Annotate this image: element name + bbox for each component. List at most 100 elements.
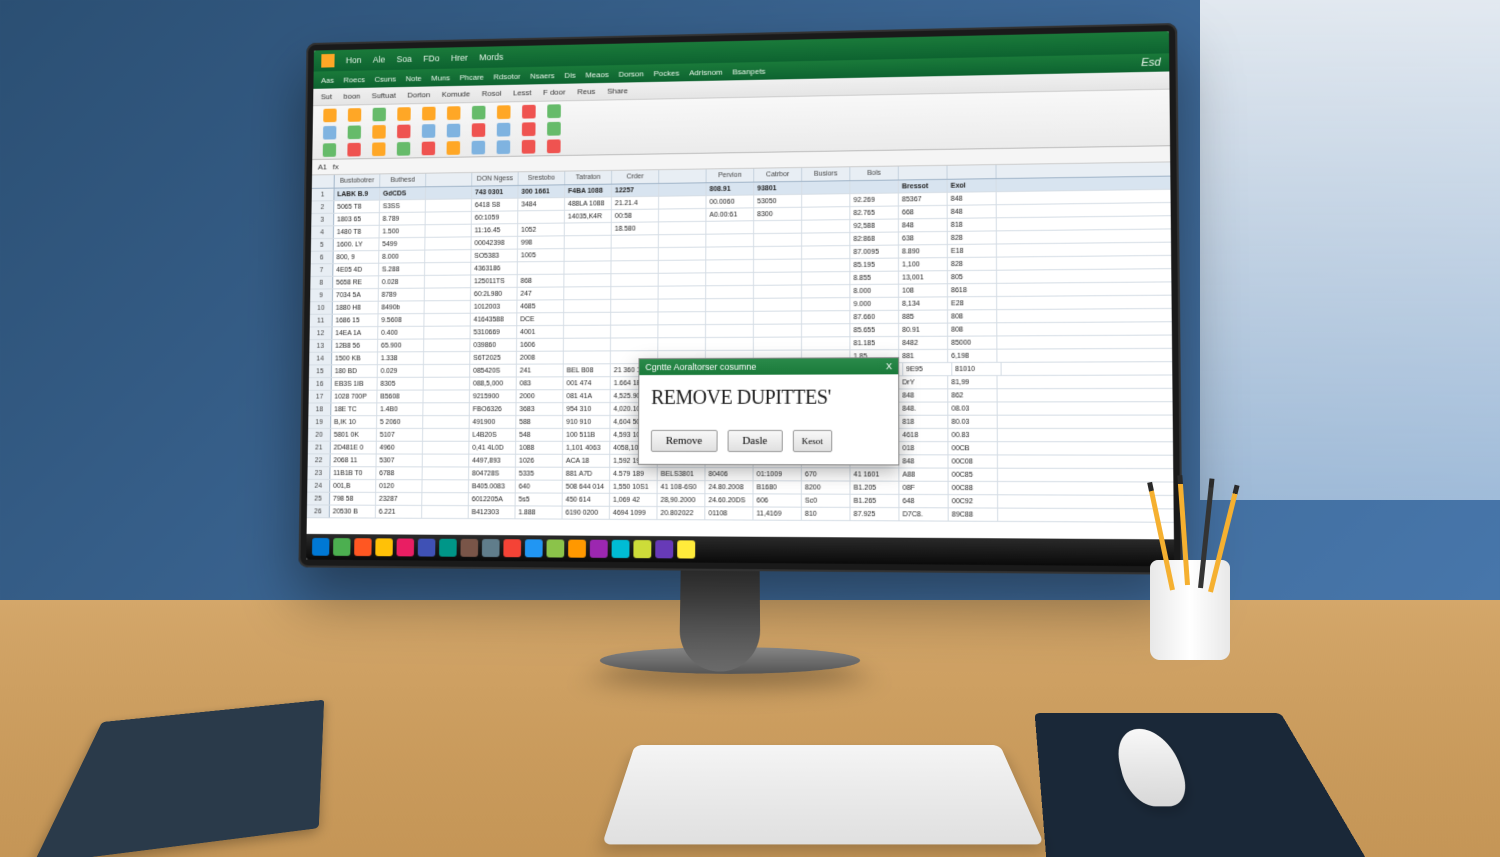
cell[interactable]	[802, 337, 850, 349]
taskbar-app-icon[interactable]	[375, 538, 393, 556]
ribbon-button[interactable]	[469, 122, 488, 138]
cell[interactable]: 081 41A	[563, 390, 610, 402]
menu-item[interactable]: Rdsotor	[493, 72, 520, 81]
cell[interactable]	[425, 237, 471, 249]
cell[interactable]: 848	[948, 205, 997, 218]
taskbar-app-icon[interactable]	[418, 539, 436, 557]
kesot-button[interactable]: Kesot	[793, 430, 832, 452]
ribbon-button[interactable]	[444, 105, 463, 121]
cell[interactable]: 93801	[754, 182, 802, 195]
cell[interactable]: 00.0060	[706, 195, 754, 208]
column-header[interactable]	[948, 165, 997, 179]
cell[interactable]: 01108	[705, 507, 753, 519]
cell[interactable]: 65.900	[378, 339, 424, 351]
cell[interactable]: 6.221	[376, 506, 422, 518]
cell[interactable]: 039860	[470, 339, 517, 351]
cell[interactable]	[612, 248, 659, 260]
cell[interactable]	[706, 299, 754, 311]
cell[interactable]	[802, 181, 850, 194]
cell[interactable]	[565, 249, 612, 261]
ribbon-button[interactable]	[345, 124, 364, 140]
cell[interactable]	[565, 223, 612, 235]
cell[interactable]	[425, 288, 471, 300]
column-header[interactable]	[899, 166, 948, 180]
cell[interactable]: 5065 T8	[334, 201, 380, 213]
cell[interactable]	[564, 313, 611, 325]
cell[interactable]: 638	[899, 232, 948, 245]
cell[interactable]: 648	[899, 495, 948, 507]
cell[interactable]: 808	[948, 323, 997, 335]
cell[interactable]: 6788	[376, 467, 422, 479]
cell[interactable]	[659, 260, 707, 272]
ribbon-button[interactable]	[494, 121, 513, 137]
cell[interactable]: 92,588	[850, 219, 899, 232]
cell[interactable]: 108	[899, 284, 948, 296]
column-header[interactable]: Crder	[612, 170, 659, 183]
cell[interactable]: FBO6326	[470, 403, 517, 415]
cell[interactable]	[706, 338, 754, 350]
cell[interactable]: 4694 1099	[610, 507, 658, 519]
cell[interactable]: 848	[899, 389, 948, 401]
cell[interactable]: 1028 700P	[331, 391, 377, 403]
cell[interactable]	[423, 429, 470, 441]
cell[interactable]: 5658 RE	[333, 276, 379, 288]
cell[interactable]	[754, 311, 802, 323]
cell[interactable]: 41 108-6S0	[658, 481, 706, 493]
cell[interactable]	[802, 285, 850, 297]
cell[interactable]: 5801 0K	[331, 429, 377, 441]
cell[interactable]: 41 1601	[850, 468, 899, 480]
cell[interactable]: 9E95	[903, 363, 952, 375]
cell[interactable]	[611, 261, 658, 273]
cell[interactable]: DrY	[899, 376, 948, 388]
cell[interactable]: 81010	[952, 363, 1001, 375]
cell[interactable]	[659, 222, 707, 234]
cell[interactable]: 8305	[377, 378, 423, 390]
cell[interactable]: 13,001	[899, 271, 948, 283]
dasle-button[interactable]: Dasle	[727, 430, 782, 452]
cell[interactable]: 00C88	[949, 482, 999, 494]
ribbon-button[interactable]	[519, 138, 539, 154]
column-header[interactable]: Busiors	[802, 167, 850, 181]
cell[interactable]: 881 A7D	[563, 468, 610, 480]
cell[interactable]: ACA 18	[563, 455, 610, 467]
cell[interactable]: 001 474	[564, 377, 611, 389]
cell[interactable]	[658, 338, 706, 350]
menu-item[interactable]: Meaos	[585, 70, 608, 79]
cell[interactable]	[706, 221, 754, 233]
cell[interactable]	[659, 196, 706, 208]
cell[interactable]: SO5383	[471, 250, 518, 262]
cell[interactable]	[422, 506, 469, 518]
cell[interactable]: 00042398	[471, 237, 518, 249]
cell[interactable]	[659, 235, 707, 247]
cell[interactable]: 8490b	[379, 301, 425, 313]
ribbon-button[interactable]	[320, 142, 339, 158]
cell[interactable]	[424, 314, 470, 326]
cell[interactable]: 1686 15	[333, 314, 379, 326]
cell[interactable]: 0.028	[379, 276, 425, 288]
cell[interactable]: 01:1009	[754, 468, 802, 480]
cell[interactable]: 804728S	[469, 467, 516, 479]
taskbar-app-icon[interactable]	[439, 539, 457, 557]
cell[interactable]	[658, 312, 706, 324]
cell[interactable]	[424, 378, 471, 390]
row-number[interactable]: 3	[311, 214, 334, 226]
taskbar-app-icon[interactable]	[396, 538, 414, 556]
cell[interactable]: 08F	[899, 482, 948, 494]
cell[interactable]: 6418 S8	[472, 199, 519, 211]
cell[interactable]: 241	[517, 364, 564, 376]
menu-item[interactable]: Aas	[321, 75, 334, 84]
cell[interactable]	[565, 236, 612, 248]
cell[interactable]: 1600. LY	[334, 238, 380, 250]
taskbar-app-icon[interactable]	[503, 539, 521, 557]
cell[interactable]	[802, 311, 850, 323]
cell[interactable]	[424, 326, 470, 338]
cell[interactable]	[658, 325, 706, 337]
cell[interactable]: 1500 KB	[332, 352, 378, 364]
spreadsheet[interactable]: BustobotrerButhesdDON NgessSrestoboTatra…	[306, 162, 1174, 549]
cell[interactable]: 868	[518, 275, 565, 287]
cell[interactable]: 8789	[379, 289, 425, 301]
cell[interactable]: 083	[517, 377, 564, 389]
cell[interactable]	[659, 273, 707, 285]
cell[interactable]	[754, 247, 802, 259]
cell[interactable]: 5499	[379, 238, 425, 250]
